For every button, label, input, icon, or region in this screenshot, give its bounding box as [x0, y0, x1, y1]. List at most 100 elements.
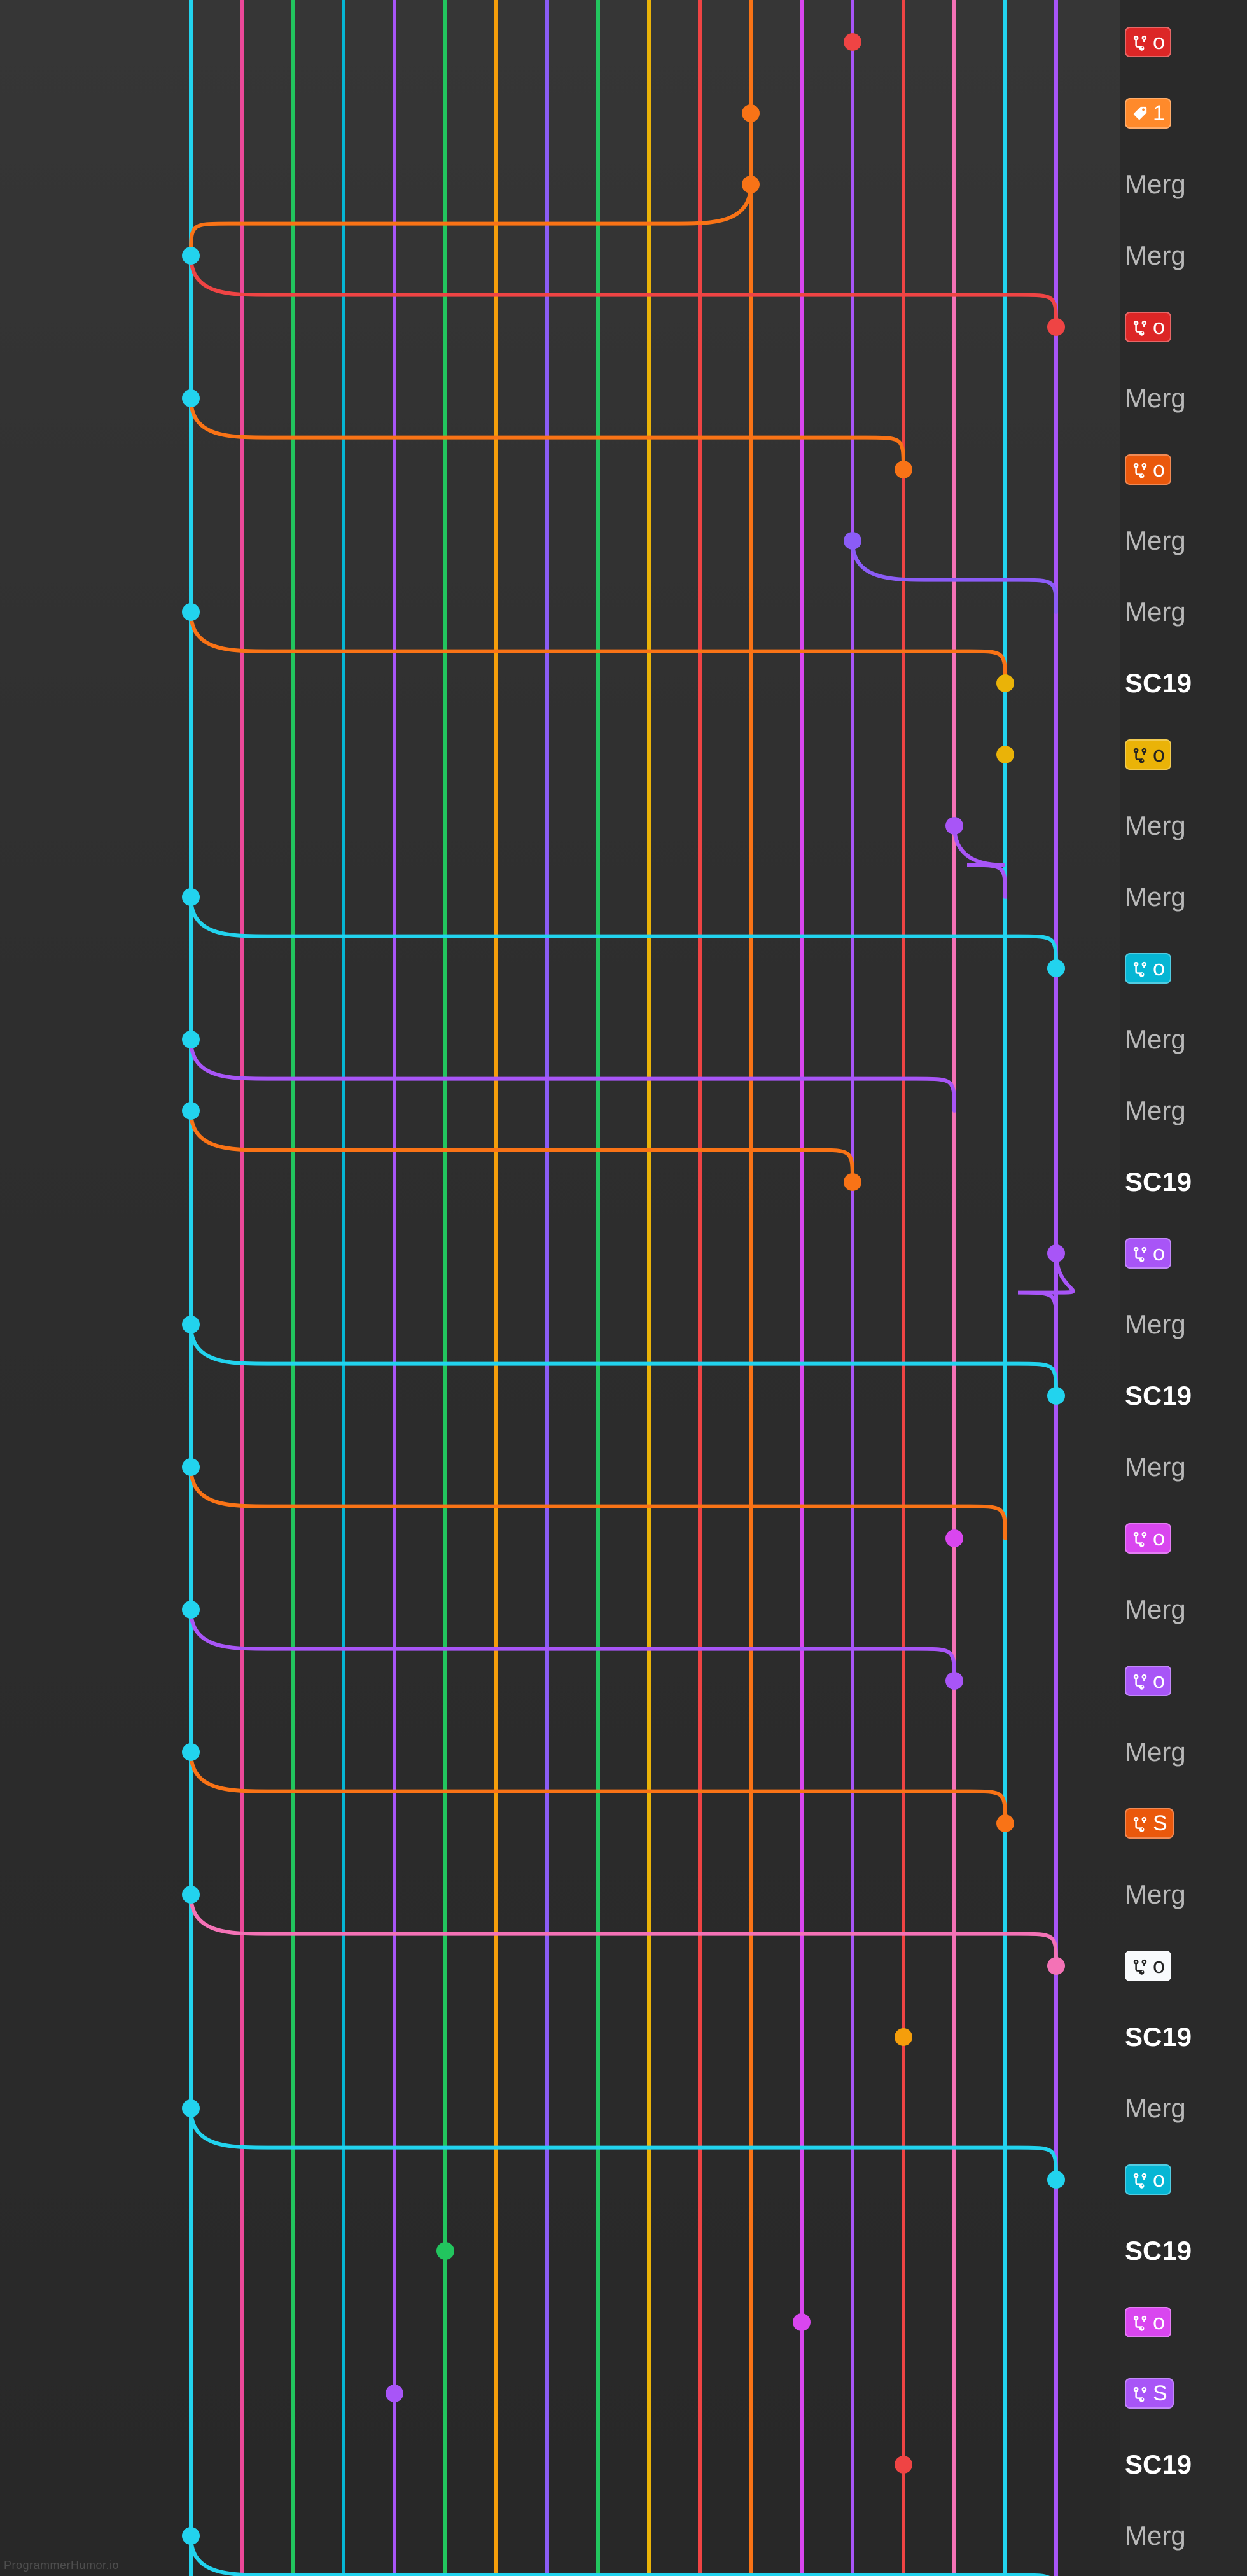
commit-row[interactable]: o: [1120, 1930, 1247, 2002]
commit-row[interactable]: o: [1120, 6, 1247, 78]
commit-dot[interactable]: [844, 1173, 861, 1191]
branch-badge[interactable]: o: [1125, 2164, 1171, 2195]
branch-badge[interactable]: o: [1125, 2307, 1171, 2337]
commit-row[interactable]: Merg: [1120, 1004, 1247, 1075]
commit-dot[interactable]: [1047, 2171, 1065, 2189]
commit-row[interactable]: o: [1120, 1218, 1247, 1289]
commit-message: Merg: [1125, 169, 1186, 200]
branch-label: o: [1153, 315, 1165, 340]
commit-message: Merg: [1125, 2093, 1186, 2124]
branch-badge[interactable]: o: [1125, 27, 1171, 57]
branch-icon: [1131, 1244, 1149, 1262]
commit-row[interactable]: Merg: [1120, 2073, 1247, 2144]
branch-badge[interactable]: o: [1125, 953, 1171, 984]
commit-dot[interactable]: [182, 247, 200, 265]
commit-dot[interactable]: [945, 1672, 963, 1690]
branch-badge[interactable]: o: [1125, 312, 1171, 342]
commit-row[interactable]: o: [1120, 2287, 1247, 2358]
branch-badge[interactable]: S: [1125, 1808, 1174, 1839]
commit-dot[interactable]: [1047, 1957, 1065, 1975]
commit-dot[interactable]: [742, 104, 760, 122]
commit-row[interactable]: Merg: [1120, 790, 1247, 861]
commit-dot[interactable]: [182, 603, 200, 621]
branch-label: S: [1153, 2381, 1167, 2406]
commit-dot[interactable]: [182, 1601, 200, 1619]
commit-dot[interactable]: [895, 461, 912, 478]
commit-dot[interactable]: [895, 2028, 912, 2046]
branch-icon: [1131, 746, 1149, 763]
commit-row[interactable]: SC19: [1120, 1146, 1247, 1218]
commit-row[interactable]: o: [1120, 1503, 1247, 1574]
commit-dot[interactable]: [1047, 1387, 1065, 1405]
commit-row[interactable]: S: [1120, 2358, 1247, 2429]
commit-dot[interactable]: [182, 1886, 200, 1904]
commit-dot[interactable]: [945, 817, 963, 835]
commit-dot[interactable]: [1047, 318, 1065, 336]
commit-dot[interactable]: [895, 2456, 912, 2474]
commit-row[interactable]: Merg: [1120, 1574, 1247, 1645]
commit-message: Merg: [1125, 1452, 1186, 1482]
commit-row[interactable]: SC19: [1120, 1360, 1247, 1431]
branch-icon: [1131, 1529, 1149, 1547]
branch-icon: [1131, 318, 1149, 336]
commit-row[interactable]: o: [1120, 291, 1247, 363]
commit-dot[interactable]: [1047, 1244, 1065, 1262]
commit-dot[interactable]: [182, 888, 200, 906]
branch-badge[interactable]: o: [1125, 1238, 1171, 1269]
branch-badge[interactable]: o: [1125, 1523, 1171, 1554]
commit-row[interactable]: SC19: [1120, 648, 1247, 719]
commit-dot[interactable]: [844, 532, 861, 550]
commit-dot[interactable]: [182, 2527, 200, 2545]
branch-label: o: [1153, 30, 1165, 55]
commit-row[interactable]: SC19: [1120, 2002, 1247, 2073]
commit-dot[interactable]: [182, 1031, 200, 1048]
commit-dot[interactable]: [844, 33, 861, 51]
branch-icon: [1131, 2385, 1149, 2402]
commit-row[interactable]: SC19: [1120, 2429, 1247, 2500]
commit-dot[interactable]: [945, 1529, 963, 1547]
branch-badge[interactable]: o: [1125, 1951, 1171, 1981]
commit-dot[interactable]: [436, 2242, 454, 2260]
branch-badge[interactable]: o: [1125, 454, 1171, 485]
commit-dot[interactable]: [182, 389, 200, 407]
commit-row[interactable]: Merg: [1120, 220, 1247, 291]
merge-curve: [191, 1040, 954, 1111]
commit-dot[interactable]: [996, 746, 1014, 763]
commit-dot[interactable]: [793, 2313, 811, 2331]
commit-dot[interactable]: [996, 1814, 1014, 1832]
commit-row[interactable]: o: [1120, 2144, 1247, 2215]
commit-row[interactable]: Merg: [1120, 1716, 1247, 1788]
commit-row[interactable]: Merg: [1120, 861, 1247, 933]
commit-row[interactable]: Merg: [1120, 2500, 1247, 2572]
commit-row[interactable]: Merg: [1120, 149, 1247, 220]
commit-row[interactable]: o: [1120, 434, 1247, 505]
branch-badge[interactable]: S: [1125, 2378, 1174, 2409]
commit-row[interactable]: Merg: [1120, 1431, 1247, 1503]
branch-badge[interactable]: o: [1125, 1666, 1171, 1696]
commit-dot[interactable]: [386, 2385, 403, 2402]
commit-row[interactable]: S: [1120, 1788, 1247, 1859]
commit-row[interactable]: Merg: [1120, 576, 1247, 648]
branch-icon: [1131, 1957, 1149, 1975]
commit-dot[interactable]: [182, 1458, 200, 1476]
commit-dot[interactable]: [182, 1743, 200, 1761]
commit-dot[interactable]: [182, 1316, 200, 1333]
tag-badge[interactable]: 1: [1125, 98, 1171, 129]
commit-dot[interactable]: [182, 2099, 200, 2117]
commit-dot[interactable]: [742, 176, 760, 193]
commit-row[interactable]: SC19: [1120, 2215, 1247, 2287]
commit-row[interactable]: Merg: [1120, 1289, 1247, 1360]
merge-curve: [191, 1610, 954, 1681]
commit-row[interactable]: Merg: [1120, 1859, 1247, 1930]
commit-row[interactable]: o: [1120, 933, 1247, 1004]
commit-row[interactable]: Merg: [1120, 505, 1247, 576]
commit-row[interactable]: o: [1120, 719, 1247, 790]
commit-dot[interactable]: [1047, 959, 1065, 977]
commit-row[interactable]: o: [1120, 1645, 1247, 1716]
commit-dot[interactable]: [182, 1102, 200, 1120]
commit-row[interactable]: 1: [1120, 78, 1247, 149]
commit-dot[interactable]: [996, 674, 1014, 692]
commit-row[interactable]: Merg: [1120, 363, 1247, 434]
branch-badge[interactable]: o: [1125, 739, 1171, 770]
commit-row[interactable]: Merg: [1120, 1075, 1247, 1146]
